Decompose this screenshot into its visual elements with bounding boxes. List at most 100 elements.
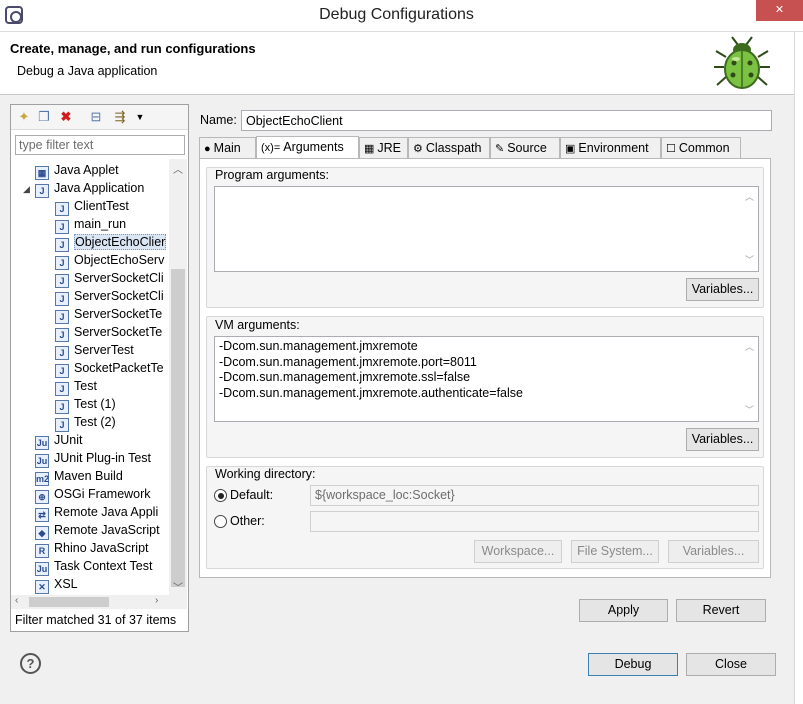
tree-item-label: ObjectEchoClier [74, 234, 167, 250]
working-directory-variables-button[interactable]: Variables... [668, 540, 759, 563]
close-button[interactable]: Close [686, 653, 776, 676]
collapse-all-icon[interactable]: ⊟ [87, 108, 105, 126]
program-arguments-textarea[interactable]: ︿ ﹀ [214, 186, 759, 272]
tree-item[interactable]: J Test (2) [55, 413, 116, 432]
java-launch-icon: J [55, 310, 69, 324]
dialog-header: Create, manage, and run configurations D… [0, 32, 794, 95]
tree-item[interactable]: J ServerSocketTe [55, 305, 163, 324]
tree-item[interactable]: J ObjectEchoServ [55, 251, 164, 270]
tree-item[interactable]: J ServerTest [55, 341, 134, 360]
xsl-icon: ✕ [35, 580, 49, 594]
tree-item[interactable]: Jmain_run [55, 215, 126, 234]
tree-item[interactable]: ⊕ OSGi Framework [23, 485, 151, 504]
tree-vertical-scrollbar[interactable]: ︿ ﹀ [169, 159, 187, 595]
expand-chevron-icon[interactable]: ◢ [23, 180, 35, 198]
duplicate-configuration-icon[interactable]: ❐ [35, 108, 53, 126]
arguments-tab-content: Program arguments: ︿ ﹀ Variables... VM ar… [199, 158, 771, 578]
tree-item[interactable]: ▦ Java Applet [23, 161, 119, 180]
working-directory-group: Working directory: Default: ${workspace_… [206, 466, 764, 569]
tree-item[interactable]: J ObjectEchoClier [55, 233, 167, 252]
window-close-button[interactable]: ✕ [756, 0, 803, 21]
tree-item-label: Task Context Test [54, 559, 153, 573]
tree-item[interactable]: ⇄ Remote Java Appli [23, 503, 158, 522]
environment-tab-icon: ▣ [565, 143, 576, 155]
tree-item[interactable]: Ju Task Context Test [23, 557, 153, 576]
tab-main[interactable]: ● Main [199, 137, 256, 159]
file-system-button[interactable]: File System... [571, 540, 659, 563]
configuration-name-input[interactable] [241, 110, 772, 131]
scroll-right-arrow-icon[interactable]: › [155, 595, 158, 606]
tree-item[interactable]: J ClientTest [55, 197, 129, 216]
task-context-icon: Ju [35, 562, 49, 576]
jre-tab-icon: ▦ [364, 143, 375, 155]
tree-item[interactable]: J ServerSocketTe [55, 323, 163, 342]
scroll-left-arrow-icon[interactable]: ‹ [15, 595, 18, 606]
revert-button[interactable]: Revert [676, 599, 766, 622]
tab-environment[interactable]: ▣ Environment [560, 137, 661, 159]
tree-item-label: ServerSocketTe [74, 307, 163, 321]
tree-item[interactable]: m2 Maven Build [23, 467, 123, 486]
scroll-down-arrow-icon[interactable]: ﹀ [173, 579, 183, 594]
tab-source[interactable]: ✎ Source [490, 137, 560, 159]
vm-arguments-textarea[interactable]: -Dcom.sun.management.jmxremote -Dcom.sun… [214, 336, 759, 422]
tree-item-label: XSL [54, 577, 78, 591]
filter-input[interactable] [15, 135, 185, 155]
program-arguments-group: Program arguments: ︿ ﹀ Variables... [206, 167, 764, 308]
tree-vertical-scroll-thumb[interactable] [171, 269, 185, 587]
vm-arguments-label: VM arguments: [215, 318, 300, 332]
delete-configuration-icon[interactable]: ✖ [57, 108, 75, 126]
tree-item[interactable]: J Test [55, 377, 97, 396]
tree-item[interactable]: Ju JUnit [23, 431, 82, 450]
java-launch-icon: J [55, 346, 69, 360]
other-directory-field[interactable] [310, 511, 759, 532]
filter-configurations-icon[interactable]: ⇶ [111, 108, 129, 126]
tree-item[interactable]: ◆ Remote JavaScript [23, 521, 160, 540]
view-menu-chevron-down-icon[interactable]: ▼ [131, 108, 149, 126]
tab-jre[interactable]: ▦ JRE [359, 137, 408, 159]
tree-horizontal-scrollbar[interactable]: ‹ › [11, 595, 187, 609]
tree-item-label: Java Applet [54, 163, 119, 177]
tree-item[interactable]: ✕ XSL [23, 575, 78, 594]
tree-item[interactable]: J ServerSocketCli [55, 287, 164, 306]
new-configuration-icon[interactable]: ✦ [15, 108, 33, 126]
apply-button[interactable]: Apply [579, 599, 668, 622]
tree-item[interactable]: ◢ J Java Application [23, 179, 144, 198]
tab-common[interactable]: ☐ Common [661, 137, 741, 159]
tree-item[interactable]: Ju JUnit Plug-in Test [23, 449, 151, 468]
tree-item-label: ServerSocketTe [74, 325, 163, 339]
tree-item[interactable]: J SocketPacketTe [55, 359, 164, 378]
tab-classpath[interactable]: ⚙ Classpath [408, 137, 490, 159]
workspace-button[interactable]: Workspace... [474, 540, 562, 563]
tree-item[interactable]: J Test (1) [55, 395, 116, 414]
program-arguments-variables-button[interactable]: Variables... [686, 278, 759, 301]
vm-arguments-variables-button[interactable]: Variables... [686, 428, 759, 451]
window-title: Debug Configurations [319, 6, 474, 23]
tab-label: Classpath [425, 141, 482, 155]
help-icon[interactable]: ? [20, 653, 41, 674]
other-directory-radio[interactable] [214, 515, 227, 528]
scroll-up-arrow-icon[interactable]: ︿ [173, 161, 183, 176]
default-directory-radio[interactable] [214, 489, 227, 502]
tree-item-label: Test [74, 379, 97, 393]
working-directory-label: Working directory: [215, 467, 316, 481]
vm-arguments-scrollbar[interactable]: ︿ ﹀ [743, 338, 757, 420]
default-directory-field: ${workspace_loc:Socket} [310, 485, 759, 506]
tree-item[interactable]: R Rhino JavaScript [23, 539, 149, 558]
tree-item[interactable]: J ServerSocketCli [55, 269, 164, 288]
program-arguments-scrollbar[interactable]: ︿ ﹀ [743, 188, 757, 270]
other-directory-label: Other: [230, 514, 265, 528]
remote-javascript-icon: ◆ [35, 526, 49, 540]
java-application-icon: J [35, 184, 49, 198]
tab-label: Source [507, 141, 547, 155]
tab-label: JRE [377, 141, 402, 155]
header-subtitle: Debug a Java application [17, 64, 158, 78]
debug-button[interactable]: Debug [588, 653, 678, 676]
java-launch-icon: J [55, 328, 69, 342]
java-launch-icon: J [55, 364, 69, 378]
tree-toolbar: ✦ ❐ ✖ ⊟ ⇶ ▼ [11, 105, 188, 130]
header-title: Create, manage, and run configurations [10, 41, 256, 56]
java-launch-icon: J [55, 202, 69, 216]
tree-horizontal-scroll-thumb[interactable] [29, 597, 109, 607]
vm-argument-line: -Dcom.sun.management.jmxremote.ssl=false [219, 370, 471, 384]
tab-arguments[interactable]: (x)= Arguments [256, 136, 359, 159]
